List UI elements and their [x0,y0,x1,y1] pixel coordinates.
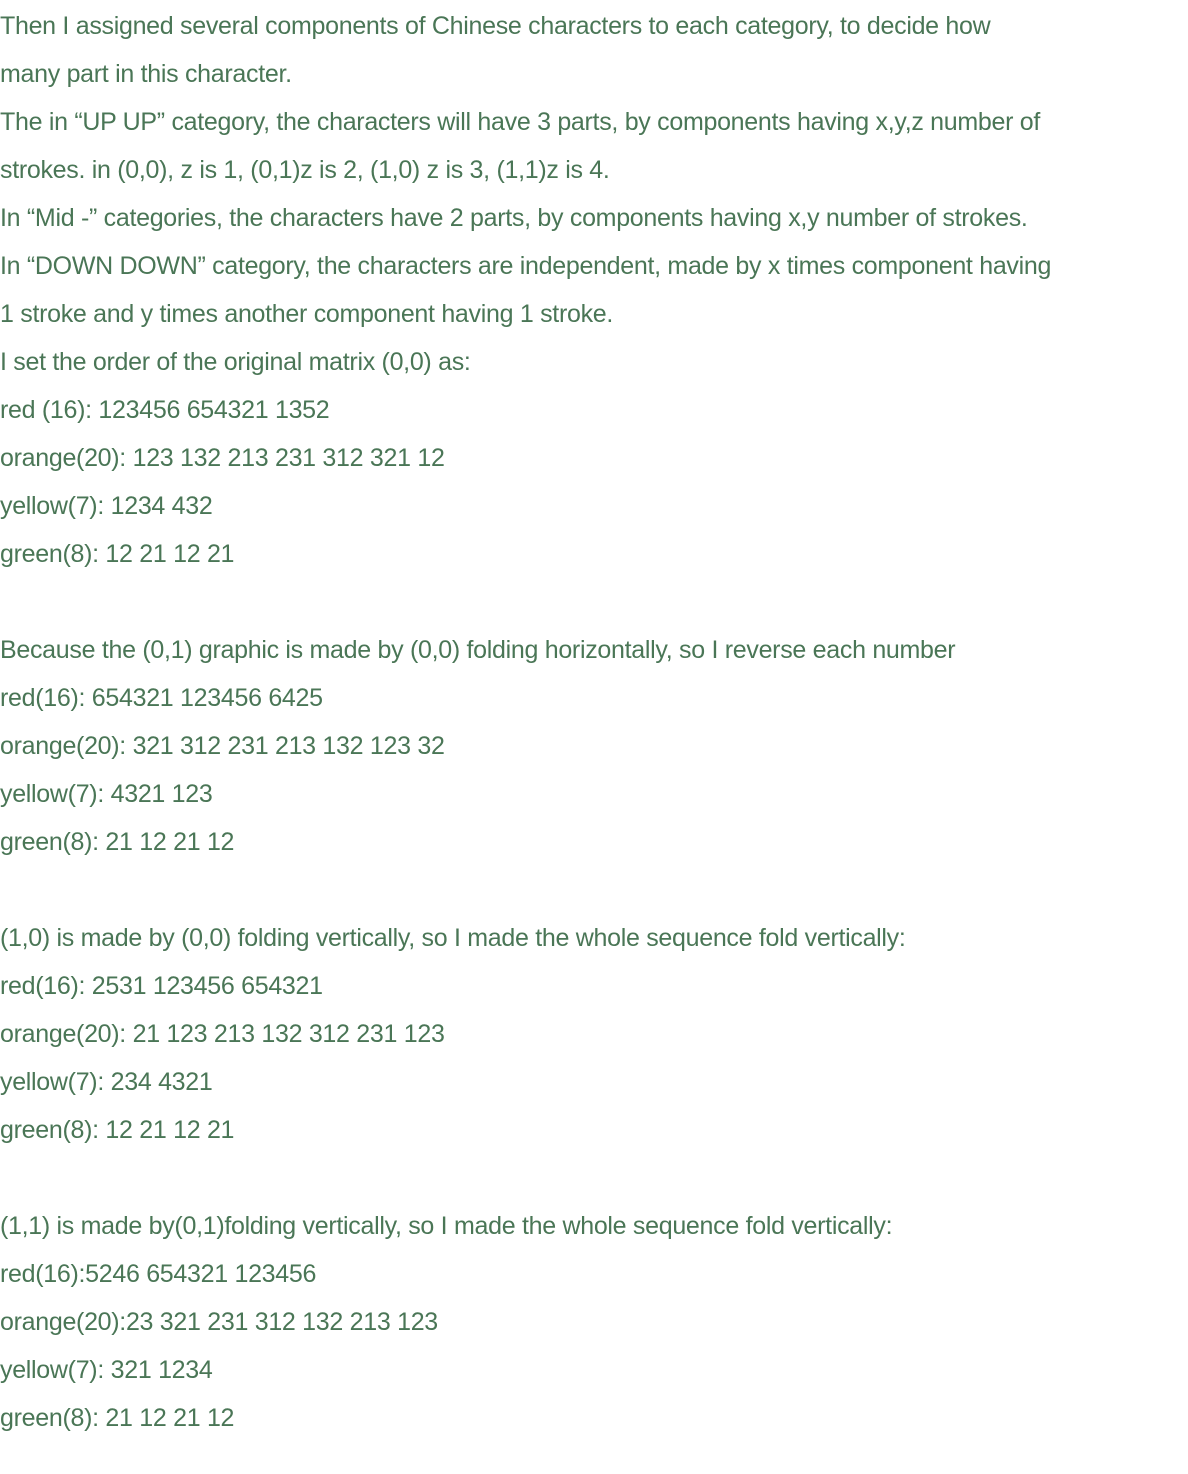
sequence-row-yellow: yellow(7): 321 1234 [0,1356,213,1384]
section-heading: (1,1) is made by(0,1)folding vertically,… [0,1212,893,1240]
intro-line: Then I assigned several components of Ch… [0,12,991,40]
sequence-row-red: red(16): 2531 123456 654321 [0,972,323,1000]
sequence-row-green: green(8): 12 21 12 21 [0,1116,235,1144]
sequence-row-red: red(16): 654321 123456 6425 [0,684,323,712]
intro-line: In “DOWN DOWN” category, the characters … [0,252,1052,280]
intro-line: In “Mid -” categories, the characters ha… [0,204,1028,232]
intro-line: many part in this character. [0,60,292,88]
intro-line: strokes. in (0,0), z is 1, (0,1)z is 2, … [0,156,610,184]
section-vertical-fold-10: (1,0) is made by (0,0) folding verticall… [0,914,1188,1154]
sequence-row-yellow: yellow(7): 1234 432 [0,492,213,520]
intro-paragraph: Then I assigned several components of Ch… [0,2,1188,338]
section-heading: I set the order of the original matrix (… [0,348,471,376]
sequence-row-yellow: yellow(7): 4321 123 [0,780,213,808]
sequence-row-red: red (16): 123456 654321 1352 [0,396,330,424]
sequence-row-green: green(8): 12 21 12 21 [0,540,235,568]
intro-line: 1 stroke and y times another component h… [0,300,614,328]
document-body: Then I assigned several components of Ch… [0,0,1188,1442]
sequence-row-green: green(8): 21 12 21 12 [0,1404,235,1432]
sequence-row-green: green(8): 21 12 21 12 [0,828,235,856]
section-original-matrix: I set the order of the original matrix (… [0,338,1188,578]
sequence-row-orange: orange(20):23 321 231 312 132 213 123 [0,1308,438,1336]
section-heading: (1,0) is made by (0,0) folding verticall… [0,924,906,952]
sequence-row-orange: orange(20): 321 312 231 213 132 123 32 [0,732,445,760]
section-horizontal-fold: Because the (0,1) graphic is made by (0,… [0,626,1188,866]
sequence-row-orange: orange(20): 123 132 213 231 312 321 12 [0,444,445,472]
section-vertical-fold-11: (1,1) is made by(0,1)folding vertically,… [0,1202,1188,1442]
sequence-row-red: red(16):5246 654321 123456 [0,1260,317,1288]
sequence-row-orange: orange(20): 21 123 213 132 312 231 123 [0,1020,445,1048]
section-heading: Because the (0,1) graphic is made by (0,… [0,636,956,664]
sequence-row-yellow: yellow(7): 234 4321 [0,1068,213,1096]
intro-line: The in “UP UP” category, the characters … [0,108,1041,136]
